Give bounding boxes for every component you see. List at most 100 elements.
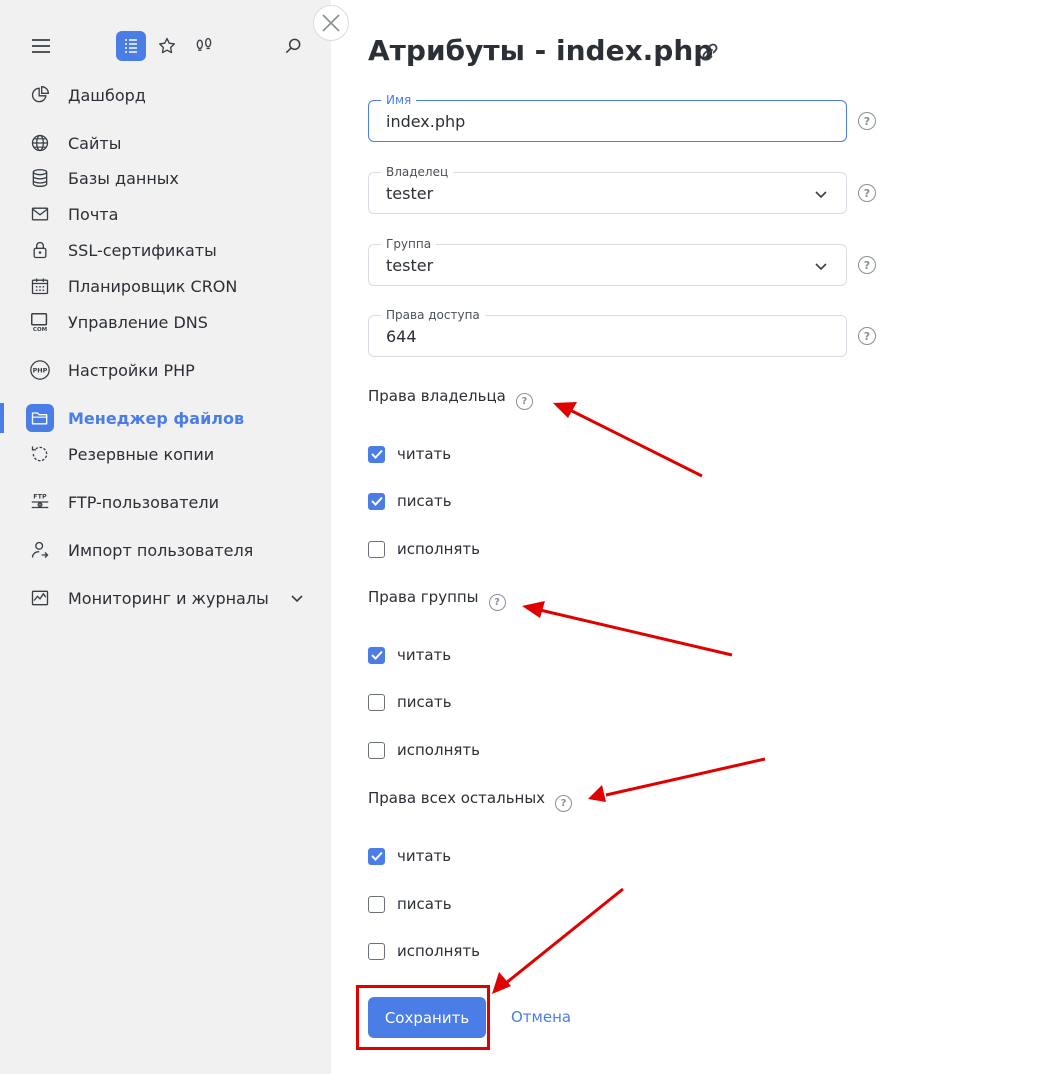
search-icon[interactable] [279,32,307,60]
others-write-checkbox[interactable]: писать [368,894,452,914]
group-read-checkbox[interactable]: читать [368,645,451,665]
sidebar-item-label: SSL-сертификаты [68,240,217,260]
svg-text:PHP: PHP [33,366,48,374]
annotation-arrow [539,608,733,657]
folder-icon [26,404,54,432]
sidebar-item-label: Резервные копии [68,444,215,464]
list-icon[interactable] [116,31,146,61]
section-others-permissions: Права всех остальных? [368,789,573,812]
checkbox[interactable] [368,693,385,711]
group-select-value: tester [386,256,434,275]
sidebar-item-label: Менеджер файлов [68,408,245,428]
group-execute-checkbox[interactable]: исполнять [368,740,480,760]
checkbox[interactable] [368,895,385,913]
sidebar-item-label: Базы данных [68,168,179,188]
close-button[interactable] [313,5,349,41]
section-title: Права группы [368,588,479,606]
section-owner-permissions: Права владельца? [368,387,533,410]
permissions-field-label: Права доступа [381,307,485,323]
backup-icon [28,442,52,466]
annotation-arrowhead [492,972,511,994]
group-select[interactable]: Группа tester [368,236,847,286]
dns-com-icon: COM [28,310,52,334]
checkbox-label: писать [397,492,452,510]
help-icon[interactable]: ? [555,795,573,812]
sidebar-item-dns[interactable]: COM Управление DNS [0,306,331,338]
checkbox[interactable] [368,741,385,759]
checkbox-label: писать [397,895,452,913]
group-select-label: Группа [381,236,437,252]
help-icon[interactable]: ? [858,256,876,274]
others-execute-checkbox[interactable]: исполнять [368,941,480,961]
sidebar-item-label: Почта [68,204,119,224]
checkbox-label: исполнять [397,741,480,759]
mail-icon [28,202,52,226]
close-icon [322,14,340,32]
checkbox[interactable] [368,942,385,960]
owner-write-checkbox[interactable]: писать [368,491,452,511]
sidebar-item-label: FTP-пользователи [68,492,219,512]
owner-read-checkbox[interactable]: читать [368,444,451,464]
checkbox[interactable] [368,646,385,664]
ftp-icon: FTP [28,490,52,514]
annotation-arrowhead [588,785,606,802]
sidebar-item-file-manager[interactable]: Менеджер файлов [0,402,331,434]
owner-select[interactable]: Владелец tester [368,164,847,214]
svg-text:COM: COM [33,327,47,333]
chevron-down-icon[interactable] [288,589,306,607]
footprints-icon[interactable] [190,32,218,60]
owner-select-value: tester [386,184,434,203]
checkbox-label: читать [397,847,452,865]
database-icon [28,166,52,190]
save-button[interactable]: Сохранить [368,997,486,1038]
section-title: Права всех остальных [368,789,546,807]
chevron-down-icon [815,263,827,271]
permissions-field[interactable]: Права доступа 644 [368,307,847,357]
link-icon[interactable] [698,40,722,64]
sidebar-item-dashboard[interactable]: Дашборд [0,79,331,111]
sidebar-item-ssl[interactable]: SSL-сертификаты [0,234,331,266]
name-field-label: Имя [381,92,417,108]
checkbox[interactable] [368,445,385,463]
checkbox[interactable] [368,847,385,865]
sidebar: Дашборд Сайты Базы данных Почта SSL-серт… [0,0,331,1074]
sidebar-item-monitoring[interactable]: Мониторинг и журналы [0,582,331,614]
sidebar-item-label: Управление DNS [68,312,208,332]
name-field[interactable]: Имя index.php [368,92,847,142]
menu-icon[interactable] [27,32,55,60]
help-icon[interactable]: ? [488,594,506,611]
sidebar-item-php[interactable]: PHP Настройки PHP [0,354,331,386]
annotation-arrow [569,408,703,478]
star-icon[interactable] [153,32,181,60]
others-read-checkbox[interactable]: читать [368,846,451,866]
help-icon[interactable]: ? [858,112,876,130]
checkbox-label: читать [397,445,452,463]
globe-icon [28,131,52,155]
monitoring-icon [28,586,52,610]
sidebar-item-ftp[interactable]: FTP FTP-пользователи [0,486,331,518]
page-title: Атрибуты - index.php [368,34,714,67]
sidebar-item-label: Дашборд [68,85,146,105]
annotation-arrowhead [553,402,577,418]
sidebar-item-cron[interactable]: Планировщик CRON [0,270,331,302]
lock-icon [28,238,52,262]
cancel-button[interactable]: Отмена [511,1008,571,1026]
php-icon: PHP [28,358,52,382]
owner-execute-checkbox[interactable]: исполнять [368,539,480,559]
sidebar-item-user-import[interactable]: Импорт пользователя [0,534,331,566]
checkbox[interactable] [368,540,385,558]
sidebar-item-databases[interactable]: Базы данных [0,162,331,194]
svg-text:FTP: FTP [33,492,47,500]
help-icon[interactable]: ? [858,327,876,345]
help-icon[interactable]: ? [515,393,533,410]
checkbox[interactable] [368,492,385,510]
sidebar-item-backups[interactable]: Резервные копии [0,438,331,470]
group-write-checkbox[interactable]: писать [368,692,452,712]
sidebar-item-label: Импорт пользователя [68,540,254,560]
permissions-field-value: 644 [386,327,417,346]
checkbox-label: исполнять [397,942,480,960]
help-icon[interactable]: ? [858,184,876,202]
annotation-arrow [605,757,766,797]
sidebar-item-mail[interactable]: Почта [0,198,331,230]
sidebar-item-sites[interactable]: Сайты [0,127,331,159]
